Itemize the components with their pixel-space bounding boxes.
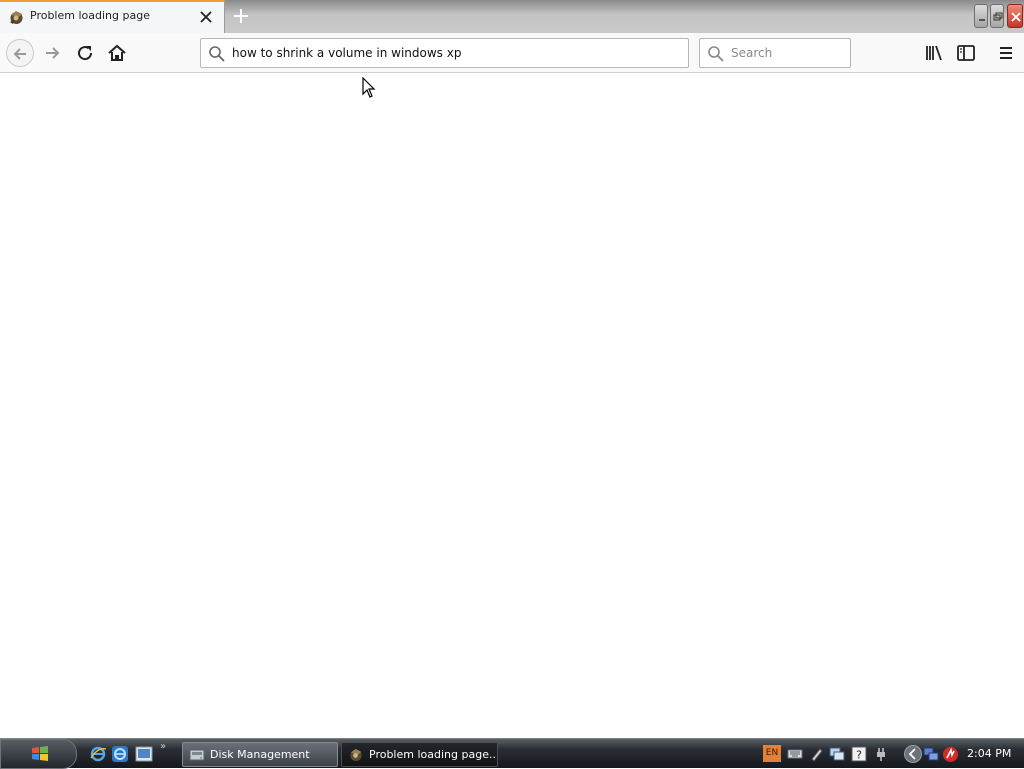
- sidebar-icon[interactable]: [954, 41, 978, 65]
- help-icon[interactable]: ?: [851, 746, 867, 762]
- show-desktop-icon[interactable]: [135, 745, 153, 763]
- firefox-error-icon: [10, 11, 23, 24]
- new-tab-icon[interactable]: [230, 5, 252, 27]
- back-button[interactable]: [6, 39, 34, 67]
- windows-taskbar: » Disk Management Problem loading page..…: [0, 738, 1024, 769]
- home-icon[interactable]: [105, 41, 129, 65]
- tab-strip: Problem loading page: [0, 0, 1024, 33]
- internet-explorer-icon[interactable]: [89, 745, 107, 763]
- taskbar-item-label: Disk Management: [210, 748, 310, 761]
- power-icon[interactable]: [873, 746, 889, 762]
- firefox-error-icon: [350, 748, 362, 762]
- close-tab-icon[interactable]: [199, 10, 213, 24]
- taskbar-item-firefox[interactable]: Problem loading page...: [341, 742, 498, 767]
- disk-management-icon: [189, 749, 205, 761]
- network-icon[interactable]: [829, 746, 845, 762]
- restore-icon: [993, 12, 1003, 21]
- language-indicator[interactable]: EN: [763, 745, 781, 762]
- windows-logo-icon: [32, 746, 48, 761]
- search-icon: [708, 46, 724, 62]
- system-clock[interactable]: 2:04 PM: [967, 747, 1011, 760]
- svg-text:?: ?: [856, 749, 862, 762]
- search-bar[interactable]: Search: [699, 38, 851, 68]
- search-placeholder[interactable]: Search: [731, 46, 772, 60]
- search-icon: [209, 46, 225, 62]
- page-content-area: [0, 74, 1024, 738]
- tray-expand-button[interactable]: [904, 745, 922, 763]
- tab-title: Problem loading page: [30, 9, 150, 22]
- start-button[interactable]: [0, 739, 77, 769]
- internet-explorer-alt-icon[interactable]: [111, 745, 129, 763]
- chevron-left-icon: [908, 748, 916, 760]
- close-window-button[interactable]: [1007, 4, 1023, 28]
- tab-problem-loading[interactable]: Problem loading page: [0, 0, 225, 33]
- keyboard-icon[interactable]: [787, 746, 803, 762]
- back-icon: [13, 48, 26, 60]
- antivirus-icon[interactable]: [942, 746, 959, 763]
- restore-button[interactable]: [990, 4, 1004, 28]
- minimize-icon: [979, 19, 985, 21]
- taskbar-item-disk-management[interactable]: Disk Management: [182, 742, 338, 767]
- library-icon[interactable]: [922, 41, 946, 65]
- quicklaunch-overflow-icon[interactable]: »: [160, 741, 174, 755]
- navigation-toolbar: how to shrink a volume in windows xp Sea…: [0, 33, 1024, 73]
- taskbar-item-label: Problem loading page...: [369, 748, 498, 761]
- minimize-button[interactable]: [974, 4, 988, 28]
- network-monitor-icon[interactable]: [923, 746, 939, 762]
- url-input-value[interactable]: how to shrink a volume in windows xp: [232, 46, 461, 60]
- pen-icon[interactable]: [809, 746, 825, 762]
- url-bar[interactable]: how to shrink a volume in windows xp: [200, 38, 689, 68]
- hamburger-menu-icon[interactable]: [994, 41, 1018, 65]
- close-icon: [1011, 12, 1021, 22]
- reload-icon[interactable]: [73, 41, 97, 65]
- forward-icon[interactable]: [41, 41, 65, 65]
